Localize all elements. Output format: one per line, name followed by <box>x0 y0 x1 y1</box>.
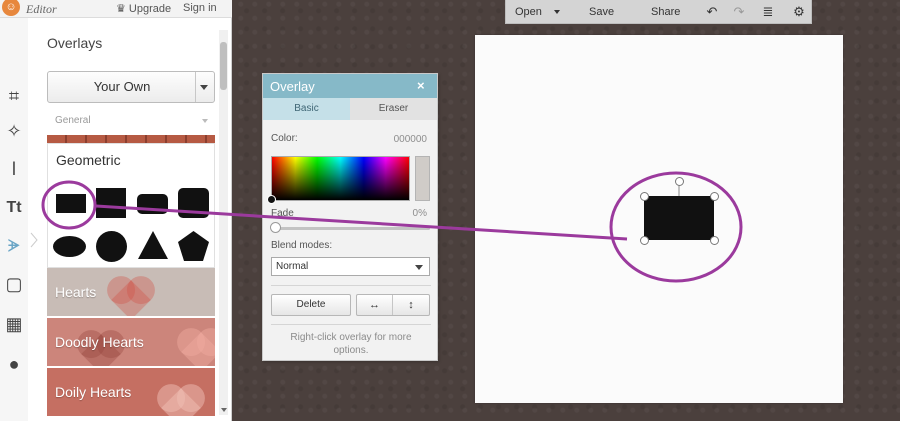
rounded-square-shape-icon[interactable] <box>178 188 209 218</box>
close-icon[interactable]: × <box>417 78 425 93</box>
resize-handle-top-right[interactable] <box>710 192 719 201</box>
split-divider <box>195 72 196 102</box>
hearts-overlay-category[interactable]: Hearts <box>47 268 215 316</box>
app-topbar: ☺ Editor ♛ Upgrade Sign in <box>0 0 232 18</box>
category-label: Hearts <box>55 284 97 300</box>
blend-modes-label: Blend modes: <box>271 240 333 251</box>
flip-horizontal-icon[interactable]: ↔ <box>357 295 393 315</box>
brick-overlay-preview[interactable] <box>47 135 215 143</box>
dialog-title: Overlay <box>270 79 315 94</box>
ellipse-shape-icon[interactable] <box>53 236 86 257</box>
blend-mode-select[interactable]: Normal <box>271 257 430 276</box>
color-spectrum-picker[interactable] <box>271 156 410 201</box>
brush-icon[interactable]: ǀ <box>2 157 26 181</box>
resize-handle-bottom-left[interactable] <box>640 236 649 245</box>
share-button[interactable]: Share <box>651 6 680 18</box>
pentagon-shape-icon[interactable] <box>177 230 210 262</box>
panel-heading: Overlays <box>47 35 103 51</box>
your-own-button[interactable]: Your Own <box>47 71 215 103</box>
color-brightness-slider[interactable] <box>415 156 430 201</box>
category-chevron-icon[interactable] <box>202 119 208 123</box>
heart-decoration-icon <box>111 280 151 316</box>
rotate-handle[interactable] <box>675 177 684 186</box>
save-button[interactable]: Save <box>589 6 614 18</box>
circle-shape-icon[interactable] <box>96 231 127 262</box>
open-chevron-down-icon[interactable] <box>554 10 560 14</box>
frame-icon[interactable]: ▢ <box>2 272 26 296</box>
apple-icon[interactable]: ● <box>2 352 26 376</box>
open-menu-button[interactable]: Open <box>515 6 542 18</box>
category-label: Doodly Hearts <box>55 334 144 350</box>
color-label: Color: <box>271 133 298 144</box>
heart-decoration-icon <box>161 388 201 416</box>
scroll-down-arrow-icon[interactable] <box>221 408 227 412</box>
app-logo-icon: ☺ <box>2 0 20 16</box>
tab-eraser[interactable]: Eraser <box>350 98 437 120</box>
square-shape-icon[interactable] <box>96 188 126 218</box>
flip-button-group: ↔ ↕ <box>356 294 430 316</box>
fade-value: 0% <box>412 208 427 219</box>
image-canvas[interactable] <box>475 35 843 403</box>
scroll-thumb[interactable] <box>220 42 227 90</box>
resize-handle-bottom-right[interactable] <box>710 236 719 245</box>
sign-in-link[interactable]: Sign in <box>183 2 217 14</box>
color-picker-knob[interactable] <box>267 195 276 204</box>
settings-gear-icon[interactable]: ⚙ <box>790 3 808 21</box>
fade-slider-knob[interactable] <box>270 222 281 233</box>
tool-sidebar: ⌗ ✧ ǀ Tt ᗘ ▢ ▦ ● <box>0 18 28 421</box>
your-own-label: Your Own <box>93 79 151 94</box>
doodly-hearts-overlay-category[interactable]: Doodly Hearts <box>47 318 215 366</box>
placed-rectangle-overlay[interactable] <box>644 196 714 240</box>
magic-wand-icon[interactable]: ✧ <box>2 119 26 143</box>
geometric-title: Geometric <box>56 152 121 168</box>
category-label: Doily Hearts <box>55 384 132 400</box>
chevron-down-icon[interactable] <box>200 85 208 90</box>
redo-icon[interactable]: ↷ <box>730 3 748 21</box>
active-tool-pointer-icon <box>30 232 38 248</box>
resize-handle-top-left[interactable] <box>640 192 649 201</box>
doily-hearts-overlay-category[interactable]: Doily Hearts <box>47 368 215 416</box>
texture-icon[interactable]: ▦ <box>2 312 26 336</box>
crop-icon[interactable]: ⌗ <box>2 84 26 108</box>
fade-label: Fade <box>271 208 294 219</box>
tab-basic[interactable]: Basic <box>263 98 350 120</box>
category-dropdown[interactable]: General <box>55 115 91 126</box>
panel-scrollbar[interactable] <box>219 30 228 415</box>
rounded-rectangle-shape-icon[interactable] <box>137 194 168 214</box>
flip-vertical-icon[interactable]: ↕ <box>393 295 429 315</box>
dialog-header[interactable]: Overlay × <box>263 74 437 98</box>
chevron-down-icon <box>415 265 423 270</box>
main-toolbar: Open Save Share ↶ ↷ ≣ ⚙ <box>505 0 812 24</box>
butterfly-icon[interactable]: ᗘ <box>2 234 26 258</box>
overlays-panel: ☺ Editor ♛ Upgrade Sign in ⌗ ✧ ǀ Tt ᗘ ▢ … <box>0 0 232 421</box>
fade-slider-track[interactable] <box>274 227 430 230</box>
overlay-properties-dialog: Overlay × Basic Eraser Color: 000000 Fad… <box>262 73 438 361</box>
triangle-shape-icon[interactable] <box>137 230 169 260</box>
dialog-divider <box>271 324 431 325</box>
delete-button[interactable]: Delete <box>271 294 351 316</box>
geometric-overlay-group: Geometric <box>47 143 215 268</box>
color-hex-value[interactable]: 000000 <box>394 134 427 145</box>
rectangle-shape-icon[interactable] <box>56 194 86 213</box>
undo-icon[interactable]: ↶ <box>703 3 721 21</box>
text-icon[interactable]: Tt <box>2 196 26 220</box>
blend-mode-value: Normal <box>276 261 309 272</box>
upgrade-link[interactable]: ♛ Upgrade <box>116 2 171 15</box>
heart-decoration-icon <box>181 332 215 366</box>
dialog-hint: Right-click overlay for more options. <box>290 332 412 356</box>
dialog-divider <box>271 285 431 286</box>
app-title: Editor <box>26 2 57 16</box>
layers-icon[interactable]: ≣ <box>759 3 777 21</box>
